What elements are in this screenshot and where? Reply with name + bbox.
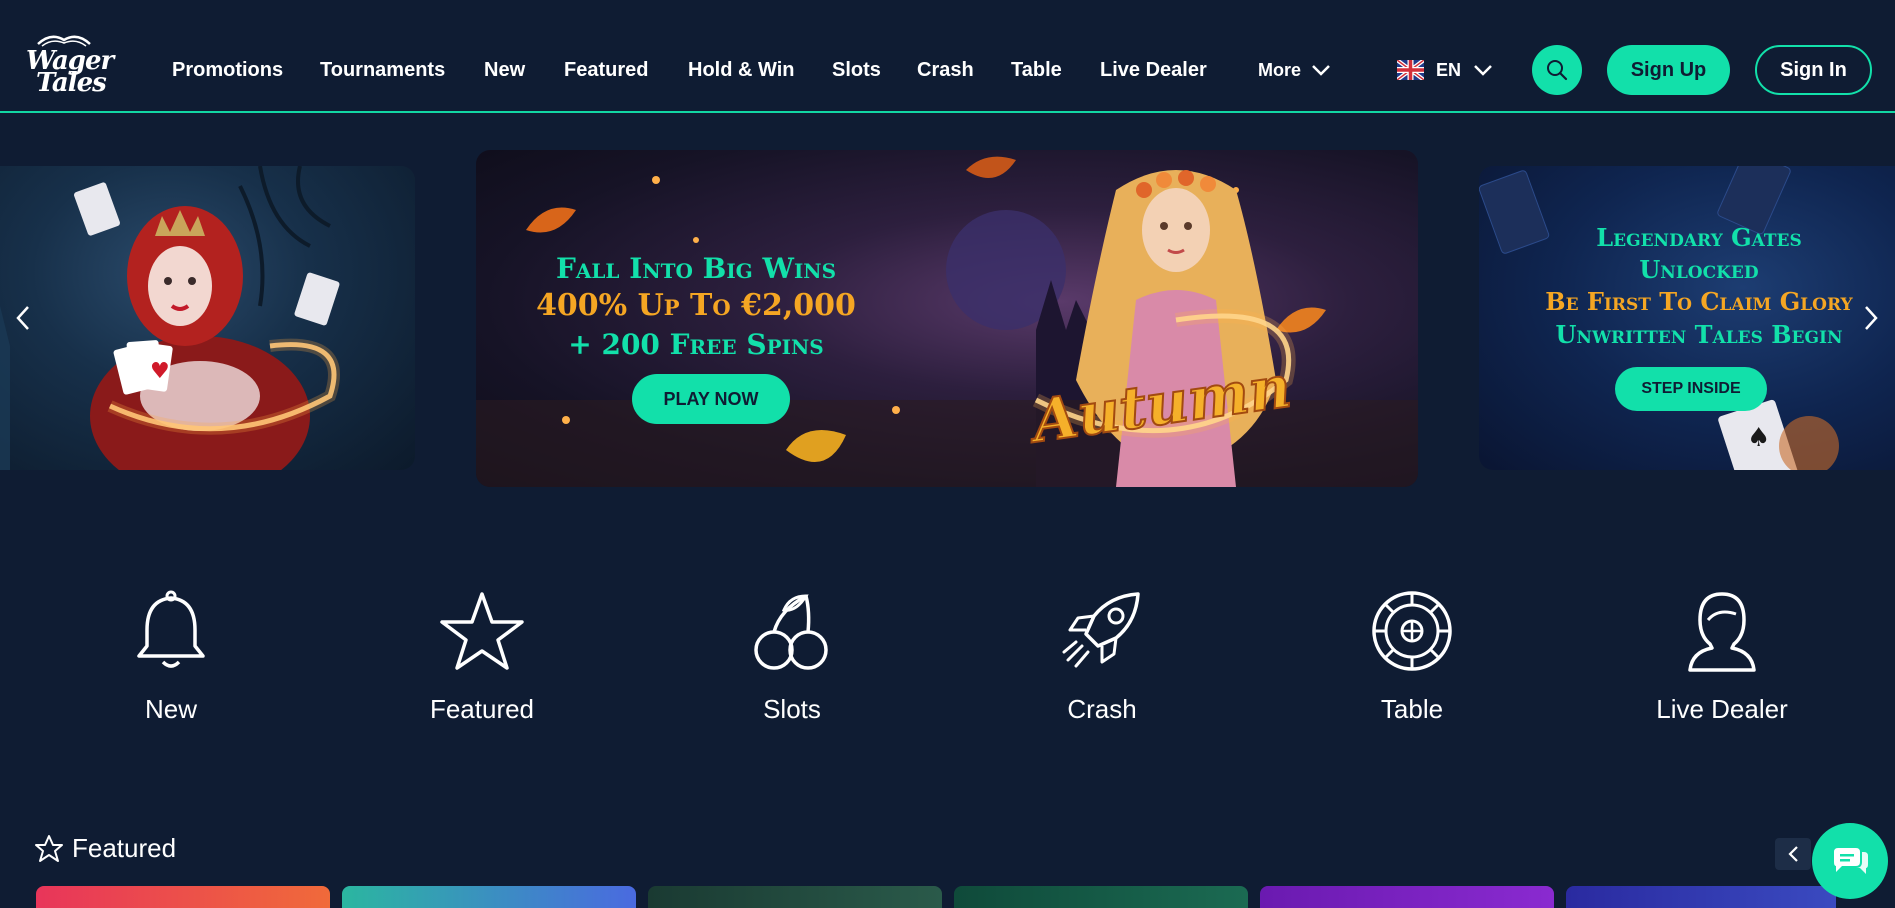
language-selector[interactable]: EN <box>1397 56 1493 84</box>
carousel-next-arrow[interactable] <box>1856 298 1886 338</box>
category-live-dealer[interactable]: Live Dealer <box>1622 590 1822 725</box>
game-thumbnail[interactable] <box>648 886 942 908</box>
game-thumbnail[interactable] <box>342 886 636 908</box>
rocket-icon <box>1062 592 1140 668</box>
category-label: Featured <box>429 694 535 724</box>
promo-bonus: 400% Up To €2,000 <box>536 288 856 323</box>
chevron-right-icon <box>1865 306 1878 330</box>
game-thumbnail[interactable] <box>36 886 330 908</box>
category-label: New <box>144 694 197 724</box>
nav-slots[interactable]: Slots <box>832 56 881 84</box>
featured-section-header: Featured <box>34 833 176 864</box>
promo-slide-previous[interactable]: ♥ <box>0 166 415 470</box>
game-thumbnail[interactable] <box>954 886 1248 908</box>
star-outline-icon <box>35 834 63 862</box>
game-thumbnail[interactable] <box>1260 886 1554 908</box>
chevron-down-icon <box>1474 65 1492 76</box>
queen-of-hearts-art: ♥ <box>0 166 340 470</box>
chevron-left-icon <box>1788 846 1798 862</box>
category-new[interactable]: New <box>71 590 271 725</box>
category-featured[interactable]: Featured <box>382 590 582 725</box>
step-inside-button[interactable]: STEP INSIDE <box>1615 367 1767 411</box>
category-label: Slots <box>763 694 821 724</box>
roulette-icon <box>1372 591 1452 671</box>
search-icon <box>1547 60 1568 81</box>
nav-hold-and-win[interactable]: Hold & Win <box>688 56 794 84</box>
chevron-left-icon <box>16 306 29 330</box>
category-table[interactable]: Table <box>1312 590 1512 725</box>
svg-text:♠: ♠ <box>1747 423 1770 453</box>
promo-slide-next[interactable]: ♠ Legendary Gates Unlocked Be First To C… <box>1479 166 1895 470</box>
category-crash[interactable]: Crash <box>1002 590 1202 725</box>
promo-free-spins: + 200 Free Spins <box>568 328 824 361</box>
nav-live-dealer[interactable]: Live Dealer <box>1100 56 1207 84</box>
svg-text:♥: ♥ <box>150 359 170 384</box>
next-slide-line2: Unlocked <box>1639 255 1759 284</box>
next-slide-line4: Unwritten Tales Begin <box>1555 320 1843 349</box>
more-label: More <box>1258 60 1302 80</box>
logo-text-line2: Tales <box>36 68 107 98</box>
search-button[interactable] <box>1532 45 1582 95</box>
next-slide-line3: Be First To Claim Glory <box>1545 287 1853 316</box>
star-icon <box>440 592 524 670</box>
nav-featured[interactable]: Featured <box>564 56 648 84</box>
legendary-gates-art: ♠ <box>1479 166 1839 470</box>
chat-icon <box>1834 848 1868 874</box>
sign-up-button[interactable]: Sign Up <box>1607 45 1730 95</box>
promo-headline: Fall Into Big Wins <box>555 252 837 285</box>
logo[interactable]: Wager Tales <box>24 28 114 100</box>
carousel-prev-arrow[interactable] <box>8 298 38 338</box>
play-now-button[interactable]: PLAY NOW <box>632 374 790 424</box>
more-menu[interactable]: More <box>1258 56 1331 84</box>
sign-in-button[interactable]: Sign In <box>1755 45 1872 95</box>
category-label: Live Dealer <box>1656 694 1788 724</box>
nav-crash[interactable]: Crash <box>917 56 974 84</box>
chevron-down-icon <box>1312 65 1330 76</box>
promo-slide-autumn[interactable]: Fall Into Big Wins 400% Up To €2,000 + 2… <box>476 150 1418 487</box>
category-label: Crash <box>1067 694 1137 724</box>
nav-tournaments[interactable]: Tournaments <box>320 56 445 84</box>
site-header: Wager Tales Promotions Tournaments New F… <box>0 0 1895 113</box>
live-chat-button[interactable] <box>1812 823 1888 899</box>
nav-new[interactable]: New <box>484 56 525 84</box>
bell-icon <box>137 590 205 668</box>
next-slide-line1: Legendary Gates <box>1596 223 1802 252</box>
category-slots[interactable]: Slots <box>692 590 892 725</box>
language-label: EN <box>1436 60 1462 80</box>
dealer-icon <box>1688 592 1756 672</box>
nav-table[interactable]: Table <box>1011 56 1062 84</box>
featured-title: Featured <box>72 833 177 863</box>
game-thumbnail[interactable] <box>1566 886 1836 908</box>
cherries-icon <box>754 594 828 670</box>
nav-promotions[interactable]: Promotions <box>172 56 283 84</box>
featured-prev-button[interactable] <box>1775 838 1811 870</box>
uk-flag-icon <box>1397 60 1424 80</box>
category-label: Table <box>1380 694 1444 724</box>
